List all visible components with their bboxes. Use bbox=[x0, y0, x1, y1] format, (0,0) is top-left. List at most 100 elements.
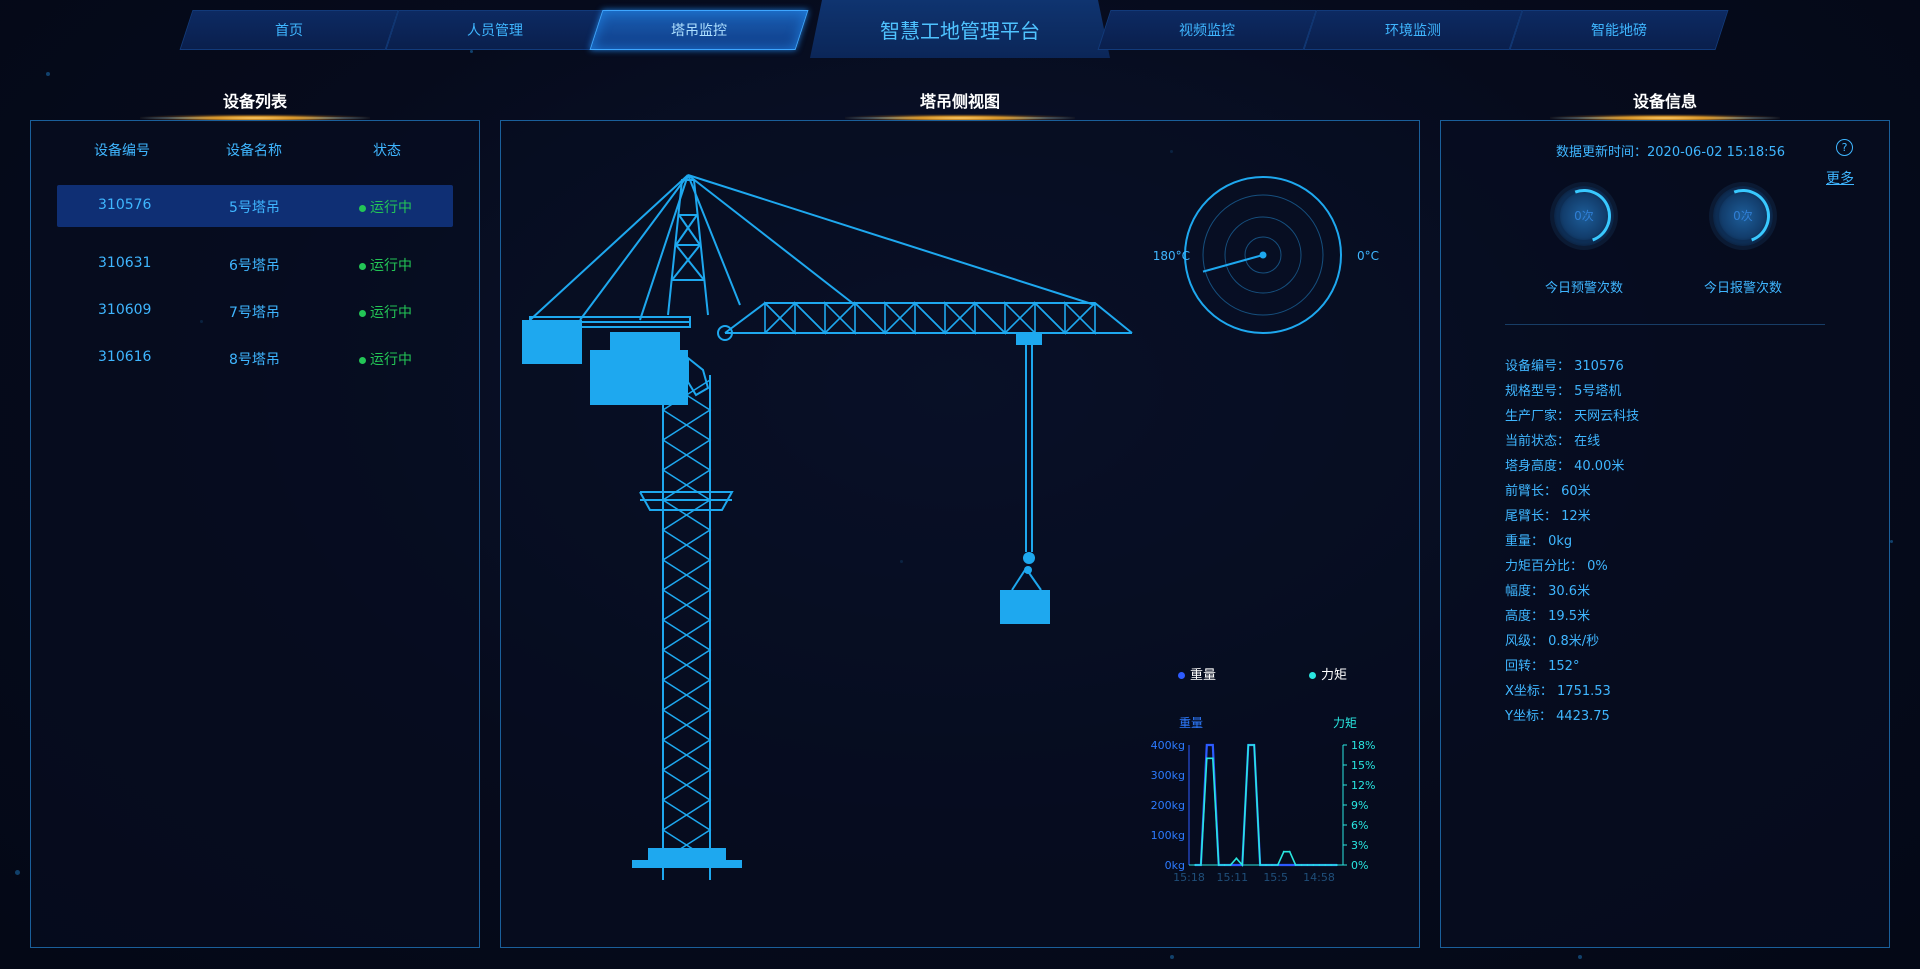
info-item: 高度： 19.5米 bbox=[1505, 609, 1591, 624]
platform-title-text: 智慧工地管理平台 bbox=[880, 18, 1040, 43]
right-tick-label: 12% bbox=[1351, 779, 1375, 792]
series-point bbox=[1312, 864, 1315, 866]
info-item: Y坐标： 4423.75 bbox=[1505, 709, 1610, 724]
device-status: 运行中 bbox=[359, 349, 412, 369]
table-row[interactable]: 310631 6号塔吊 运行中 bbox=[57, 243, 453, 285]
left-tick-label: 100kg bbox=[1151, 829, 1185, 842]
col-header-status: 状态 bbox=[373, 143, 401, 159]
table-row[interactable]: 310616 8号塔吊 运行中 bbox=[57, 337, 453, 379]
nav-tab-label: 人员管理 bbox=[467, 23, 523, 39]
warning-count-label: 今日预警次数 bbox=[1544, 281, 1623, 296]
series-point bbox=[1211, 744, 1214, 746]
series-point bbox=[1247, 744, 1250, 746]
series-point bbox=[1271, 864, 1273, 866]
series-point bbox=[1235, 857, 1238, 860]
nav-tab-crane-monitor[interactable]: 塔吊监控 bbox=[589, 10, 809, 50]
crane-load-icon bbox=[1000, 590, 1050, 624]
info-item: X坐标： 1751.53 bbox=[1505, 684, 1611, 699]
legend-dot-icon bbox=[1178, 672, 1185, 679]
compass-right-label: 0°C bbox=[1357, 249, 1379, 263]
series-point bbox=[1318, 864, 1321, 866]
warning-count-value: 0次 bbox=[1574, 209, 1594, 223]
series-point bbox=[1294, 864, 1297, 866]
series-point bbox=[1276, 864, 1279, 866]
more-link[interactable]: 更多 bbox=[1826, 168, 1854, 188]
series-point bbox=[1205, 757, 1208, 760]
compass-left-label: 180°C bbox=[1153, 249, 1190, 263]
series-point bbox=[1211, 757, 1214, 760]
device-name: 7号塔吊 bbox=[229, 305, 280, 321]
right-tick-label: 18% bbox=[1351, 739, 1375, 752]
x-tick-label: 14:58 bbox=[1303, 871, 1335, 884]
info-item: 设备编号： 310576 bbox=[1505, 359, 1624, 374]
nav-tab-label: 视频监控 bbox=[1179, 23, 1235, 39]
series-point bbox=[1265, 864, 1267, 866]
tower-crane-icon bbox=[529, 174, 1133, 880]
x-tick-label: 15:11 bbox=[1216, 871, 1248, 884]
status-dot-icon bbox=[359, 262, 366, 270]
alarm-count-label: 今日报警次数 bbox=[1703, 281, 1782, 296]
status-dot-icon bbox=[359, 204, 366, 212]
table-row[interactable]: 310609 7号塔吊 运行中 bbox=[57, 290, 453, 332]
device-id: 310616 bbox=[98, 349, 152, 365]
left-panel-title: 设备列表 bbox=[222, 92, 287, 111]
nav-tab-label: 首页 bbox=[275, 23, 303, 39]
col-header-name: 设备名称 bbox=[226, 143, 282, 159]
platform-title: 智慧工地管理平台 bbox=[810, 0, 1110, 58]
nav-tab-scale[interactable]: 智能地磅 bbox=[1509, 10, 1729, 50]
help-icon[interactable]: ? bbox=[1836, 139, 1853, 156]
info-item: 重量： 0kg bbox=[1505, 534, 1573, 549]
warning-count-gauge: 0次 bbox=[1548, 180, 1620, 252]
crane-body-icon bbox=[522, 320, 1050, 868]
series-point bbox=[1336, 864, 1338, 866]
series-point bbox=[1288, 850, 1291, 853]
col-header-id: 设备编号 bbox=[94, 143, 150, 159]
info-item: 尾臂长： 12米 bbox=[1505, 509, 1591, 524]
series-point bbox=[1259, 864, 1261, 866]
device-status: 运行中 bbox=[359, 197, 412, 217]
x-tick-label: 15:18 bbox=[1173, 871, 1205, 884]
series-point bbox=[1217, 864, 1220, 866]
series-point bbox=[1205, 744, 1208, 746]
series-point bbox=[1330, 864, 1332, 866]
device-name: 6号塔吊 bbox=[229, 258, 280, 274]
info-item: 幅度： 30.6米 bbox=[1505, 584, 1591, 599]
series-point bbox=[1300, 864, 1303, 866]
legend-moment[interactable]: 力矩 bbox=[1309, 664, 1347, 683]
device-status: 运行中 bbox=[359, 255, 412, 275]
info-item: 前臂长： 60米 bbox=[1505, 484, 1591, 499]
device-id: 310631 bbox=[98, 255, 152, 271]
series-point bbox=[1235, 864, 1238, 866]
info-item: 力矩百分比： 0% bbox=[1505, 559, 1608, 574]
series-point bbox=[1241, 864, 1244, 866]
series-point bbox=[1229, 864, 1232, 866]
left-tick-label: 200kg bbox=[1151, 799, 1185, 812]
nav-tab-label: 智能地磅 bbox=[1591, 23, 1647, 39]
status-dot-icon bbox=[359, 309, 366, 317]
alarm-count-gauge: 0次 bbox=[1707, 180, 1779, 252]
series-point bbox=[1200, 864, 1202, 866]
nav-tab-environment[interactable]: 环境监测 bbox=[1303, 10, 1523, 50]
legend-weight[interactable]: 重量 bbox=[1178, 664, 1216, 683]
left-tick-label: 400kg bbox=[1151, 739, 1185, 752]
series-point bbox=[1324, 864, 1327, 866]
device-name: 8号塔吊 bbox=[229, 352, 280, 368]
divider bbox=[1505, 324, 1825, 325]
table-row[interactable]: 310576 5号塔吊 运行中 bbox=[57, 185, 453, 227]
nav-tab-video[interactable]: 视频监控 bbox=[1097, 10, 1317, 50]
x-tick-label: 15:5 bbox=[1263, 871, 1288, 884]
left-axis-title: 重量 bbox=[1179, 716, 1203, 730]
right-tick-label: 0% bbox=[1351, 859, 1368, 872]
info-item: 当前状态： 在线 bbox=[1505, 434, 1601, 449]
nav-tab-personnel[interactable]: 人员管理 bbox=[385, 10, 605, 50]
nav-tab-home[interactable]: 首页 bbox=[179, 10, 399, 50]
series-point bbox=[1253, 744, 1256, 746]
weight-moment-chart: 重量 力矩400kg300kg200kg100kg0kg18%15%12%9%6%… bbox=[1151, 716, 1376, 884]
series-point bbox=[1223, 864, 1226, 866]
right-tick-label: 6% bbox=[1351, 819, 1368, 832]
device-name: 5号塔吊 bbox=[229, 200, 280, 216]
nav-tab-label: 环境监测 bbox=[1385, 23, 1441, 39]
right-axis-title: 力矩 bbox=[1333, 716, 1357, 730]
center-panel-title: 塔吊侧视图 bbox=[919, 92, 1000, 111]
info-item: 生产厂家： 天网云科技 bbox=[1505, 409, 1640, 424]
